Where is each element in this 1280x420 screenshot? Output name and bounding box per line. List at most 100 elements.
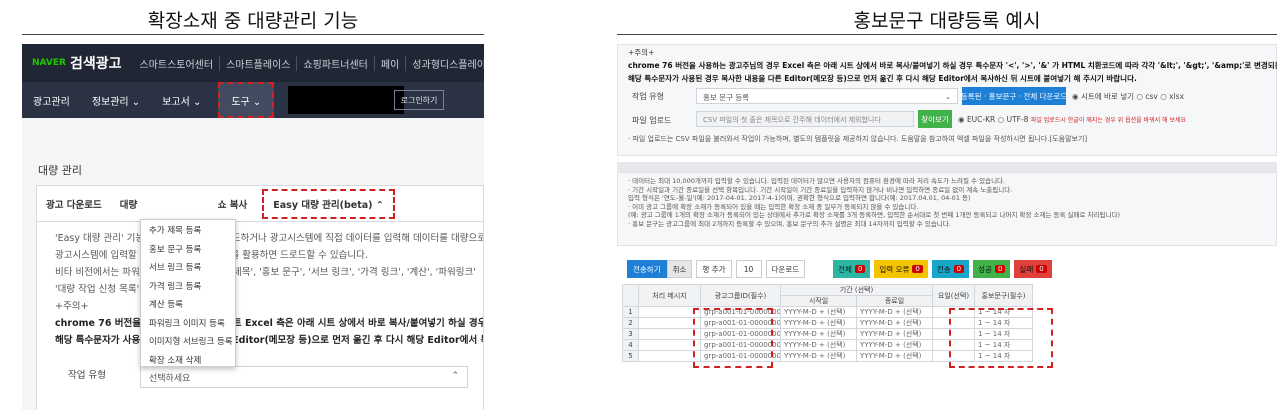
col-adgroup: 광고그룹ID(필수) (700, 284, 781, 307)
table-cell[interactable]: YYYY-M-D + (선택) (780, 317, 857, 329)
encoding-note: 파일 업로드시 한글이 깨지는 경우 위 옵션을 바꿔서 해 보세요 (1030, 117, 1187, 124)
col-end: 종료일 (856, 295, 933, 307)
work-type-value: 홍보 문구 등록 (703, 93, 750, 102)
status-label: 전송 (936, 264, 951, 274)
table-cell[interactable]: YYYY-M-D + (선택) (856, 339, 933, 351)
page-title: 대량 관리 (38, 164, 82, 177)
table-cell[interactable] (638, 317, 701, 329)
tab-copy[interactable]: 쇼 복사 (209, 186, 257, 222)
left-screenshot: NAVER 검색광고 스마트스토어센터 스마트플레이스 쇼핑파트너센터 페이 성… (22, 44, 484, 410)
download-all-button[interactable]: 등록된 · 홍보문구 · 전체 다운로드 (961, 87, 1067, 105)
nav-ad-manage[interactable]: 광고관리 (22, 82, 81, 118)
table-cell[interactable]: YYYY-M-D + (선택) (780, 328, 857, 340)
table-cell[interactable] (638, 328, 701, 340)
table-cell[interactable]: YYYY-M-D + (선택) (780, 350, 857, 362)
nav-display-ads[interactable]: 성과형디스플레이광고 (406, 56, 484, 71)
dropdown-item[interactable]: 파워링크 이미지 등록 (141, 313, 235, 332)
desc-line: 광고시스템에 입력할 수 있습니다. 해당 기능을 활용하면 드로드할 수 있습… (55, 250, 368, 261)
radio-xlsx[interactable]: ○ xlsx (1160, 92, 1184, 101)
send-button[interactable]: 전송하기 (627, 260, 667, 278)
table-cell[interactable] (638, 339, 701, 351)
nav-report[interactable]: 보고서 ⌄ (151, 82, 212, 118)
bulk-form: +주의+ chrome 76 버전을 사용하는 광고주님의 경우 Excel 측… (617, 44, 1277, 156)
download-button[interactable]: 다운로드 (765, 260, 806, 278)
dropdown-item[interactable]: 추가 제목 등록 (141, 220, 235, 239)
notice-head: +주의+ (55, 301, 89, 312)
tab-bulk[interactable]: 대량 (111, 186, 209, 222)
notice-line: chrome 76 버전을 사용하는 광고주님의 경우 Excel 측은 아래 … (628, 61, 1277, 70)
dropdown-item[interactable]: 홍보 문구 등록 (141, 239, 235, 258)
upload-input[interactable]: CSV 파일의 첫 줄은 제목으로 간주해 데이터에서 제외합니다 (696, 111, 914, 127)
table-cell[interactable]: YYYY-M-D + (선택) (856, 306, 933, 318)
table-cell[interactable]: YYYY-M-D + (선택) (780, 339, 857, 351)
work-type-select[interactable]: 선택하세요 ⌃ (140, 366, 468, 388)
table-cell[interactable]: YYYY-M-D + (선택) (856, 350, 933, 362)
dropdown-item[interactable]: 계산 등록 (141, 294, 235, 313)
nav-smartplace[interactable]: 스마트플레이스 (220, 55, 298, 71)
info-line: · 홍보 문구는 광고그룹에 최대 2개까지 등록할 수 있으며, 홍보 문구의… (628, 219, 951, 228)
dropdown-item[interactable]: 가격 링크 등록 (141, 276, 235, 295)
nav-pay[interactable]: 페이 (375, 55, 407, 71)
desc-line: 비타 비전에서는 파워링크 확장소재 중 '추가 제목', '홍보 문구', '… (55, 267, 476, 278)
row-number: 1 (622, 306, 639, 318)
tab-easy-bulk[interactable]: Easy 대량 관리(beta) ⌃ (262, 188, 395, 219)
nav-smartstore[interactable]: 스마트스토어센터 (133, 55, 221, 71)
work-type-select[interactable]: 홍보 문구 등록 ⌄ (696, 88, 958, 104)
status-count: 0 (1036, 265, 1047, 273)
work-type-value: 선택하세요 (149, 374, 191, 384)
col-period: 기간 (선택) (780, 284, 933, 296)
col-promo-text: 홍보문구(필수) (974, 284, 1033, 307)
left-caption-rule (22, 34, 484, 35)
login-button[interactable]: 로그인하기 (394, 90, 444, 110)
status-label: 입력 오류 (879, 264, 910, 274)
status-label: 성공 (978, 264, 992, 274)
dropdown-item[interactable]: 이미지형 서브링크 등록 (141, 331, 235, 350)
encoding-group: ◉ EUC-KR ○ UTF-8 파일 업로드시 한글이 깨지는 경우 위 옵션… (958, 115, 1186, 124)
radio-utf8[interactable]: ○ UTF-8 (998, 115, 1029, 124)
info-line: 입력 형식은 '연도-월-일'(예: 2017-04-01, 2017-4-1)… (628, 194, 971, 202)
info-line: · 이미 광고 그룹에 확장 소재가 등록되어 있을 때는 입력한 확장 소재 … (628, 202, 919, 211)
nav-shopping-partner[interactable]: 쇼핑파트너센터 (297, 55, 375, 71)
browse-button[interactable]: 찾아보기 (918, 110, 952, 128)
work-type-dropdown: 추가 제목 등록 홍보 문구 등록 서브 링크 등록 가격 링크 등록 계산 등… (140, 219, 236, 367)
table-cell[interactable]: YYYY-M-D + (선택) (856, 328, 933, 340)
row-number: 3 (622, 328, 639, 340)
right-screenshot: +주의+ chrome 76 버전을 사용하는 광고주님의 경우 Excel 측… (617, 44, 1277, 410)
status-sent[interactable]: 전송 0 (931, 260, 970, 278)
notice-head: +주의+ (628, 48, 655, 57)
dropdown-item[interactable]: 확장 소재 삭제 (141, 350, 235, 369)
cancel-button[interactable]: 취소 (666, 260, 693, 278)
notice-line: 해당 특수문자가 사용된 경우 복사한 내용을 Editor(메모장 등)으로 … (55, 335, 483, 346)
radio-csv[interactable]: ○ csv (1136, 92, 1157, 101)
nav-info-manage[interactable]: 정보관리 ⌄ (81, 82, 151, 118)
table-cell[interactable] (638, 306, 701, 318)
tab-bar: 광고 다운로드 대량 쇼 복사 Easy 대량 관리(beta) ⌃ (37, 186, 483, 222)
nav-tools[interactable]: 도구 ⌄ (218, 82, 275, 118)
status-label: 실패 (1019, 264, 1034, 274)
status-count: 0 (953, 265, 965, 273)
description: 'Easy 대량 관리' 기능은 엑셀 파일을 다운로드하거나 광고시스템에 직… (37, 222, 483, 357)
status-all[interactable]: 전체 0 (833, 260, 871, 278)
col-message: 처리 메시지 (638, 284, 701, 307)
table-cell[interactable]: YYYY-M-D + (선택) (780, 306, 857, 318)
tab-ad-download[interactable]: 광고 다운로드 (37, 186, 111, 222)
desc-line: 'Easy 대량 관리' 기능은 엑셀 파일을 다운로드하거나 광고시스템에 직… (55, 233, 483, 244)
table-cell[interactable]: YYYY-M-D + (선택) (856, 317, 933, 329)
work-type-label: 작업 유형 (68, 370, 106, 381)
add-rows-label: 행 추가 (696, 260, 732, 278)
highlight-adgroup (693, 308, 773, 368)
status-error[interactable]: 입력 오류 0 (874, 260, 928, 278)
dropdown-item[interactable]: 서브 링크 등록 (141, 257, 235, 276)
status-success[interactable]: 성공 0 (973, 260, 1011, 278)
radio-euckr[interactable]: ◉ EUC-KR (958, 115, 995, 124)
info-line: · 기간 시작일과 기간 종료일을 선택 항목입니다. 기간 시작일이 기간 종… (628, 185, 1013, 194)
rows-count-input[interactable]: 10 (735, 260, 762, 278)
upload-label: 파일 업로드 (632, 116, 672, 125)
brand-title: 검색광고 (69, 56, 122, 72)
radio-label: 시트에 바로 넣기 (1080, 92, 1135, 101)
table-cell[interactable] (638, 350, 701, 362)
radio-sheet[interactable]: ◉ 시트에 바로 넣기 (1072, 92, 1134, 101)
notice-line: 해당 특수문자가 사용된 경우 복사한 내용을 다른 Editor(메모장 등)… (628, 74, 1137, 83)
status-fail[interactable]: 실패 0 (1014, 260, 1052, 278)
work-type-label: 작업 유형 (632, 92, 664, 101)
